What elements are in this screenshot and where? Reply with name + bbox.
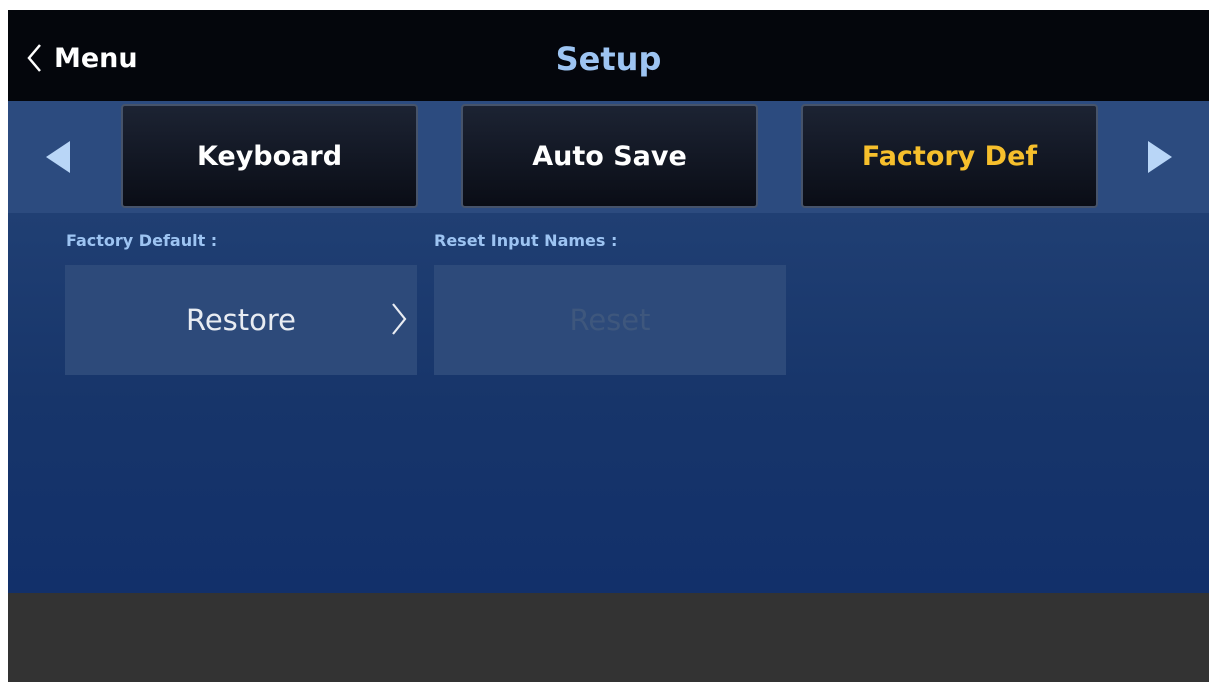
tab-keyboard[interactable]: Keyboard [121,104,418,208]
tab-bar: Keyboard Auto Save Factory Def [8,101,1209,213]
restore-button-label: Restore [185,303,297,337]
reset-button-label: Reset [569,303,651,337]
tab-keyboard-label: Keyboard [196,140,343,172]
triangle-right-icon[interactable] [1146,139,1174,175]
tab-auto-save-label: Auto Save [532,140,687,172]
reset-input-names-label: Reset Input Names : [434,231,618,250]
restore-button[interactable]: Restore [65,265,417,375]
tab-auto-save[interactable]: Auto Save [461,104,758,208]
device-screen: Menu Setup Keyboard Auto Save Factory De… [8,10,1209,682]
triangle-left-icon[interactable] [44,139,72,175]
footer-bar [8,593,1209,682]
chevron-right-icon [392,303,407,335]
tab-factory-def-label: Factory Def [861,140,1038,172]
tab-factory-def[interactable]: Factory Def [801,104,1098,208]
page-title: Setup [555,40,662,78]
header-bar: Menu Setup [8,10,1209,101]
settings-panel: Factory Default : Reset Input Names : Re… [8,213,1209,593]
reset-button[interactable]: Reset [434,265,786,375]
factory-default-label: Factory Default : [66,231,218,250]
